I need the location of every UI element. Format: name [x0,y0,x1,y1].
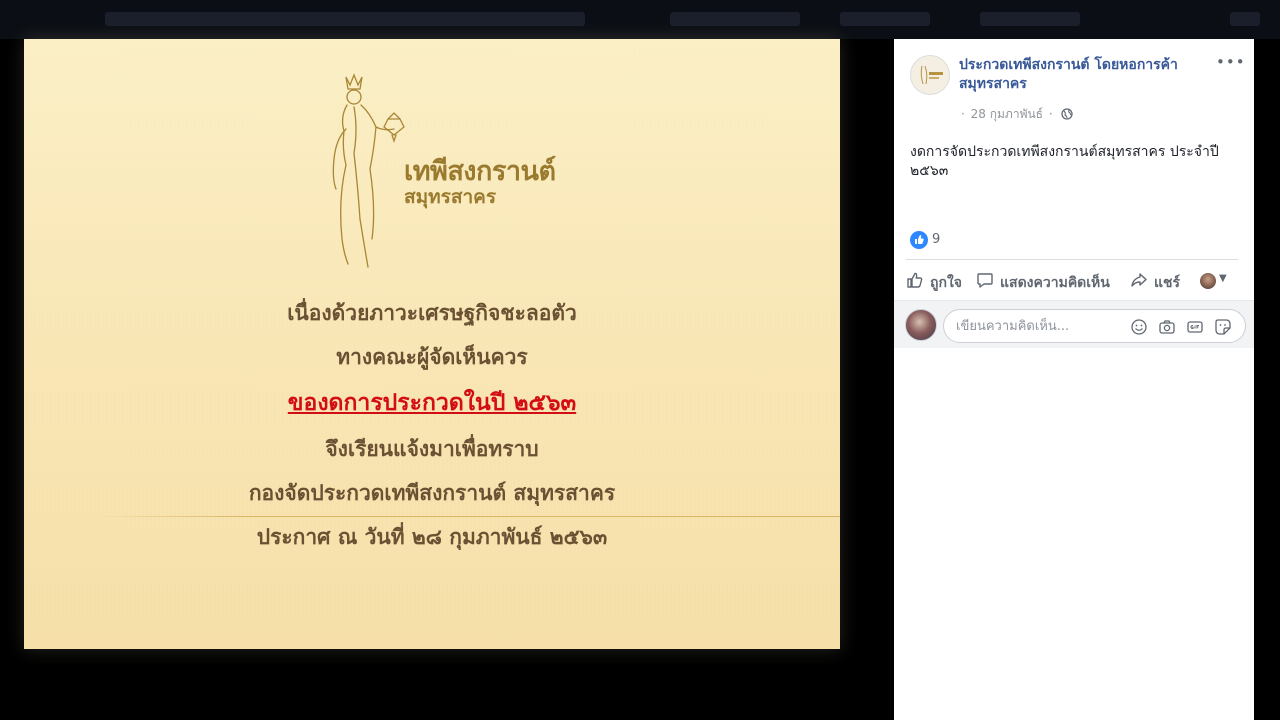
post-text: งดการจัดประกวดเทพีสงกรานต์สมุทรสาคร ประจ… [910,144,1219,179]
comment-button[interactable]: แสดงความคิดเห็น [976,269,1122,293]
sticker-icon[interactable] [1214,318,1232,336]
separator-dot: · [1048,107,1053,121]
like-label: ถูกใจ [930,275,962,291]
photo-viewer: เทพีสงกรานต์ สมุทรสาคร เนื่องด้วยภาวะเศร… [0,0,1280,720]
viewer-edge [1254,39,1280,720]
comment-composer [894,300,1254,348]
announcement-photo[interactable]: เทพีสงกรานต์ สมุทรสาคร เนื่องด้วยภาวะเศร… [24,39,840,649]
emoji-icon[interactable] [1130,318,1148,336]
gif-icon[interactable] [1186,318,1204,336]
logo-subtitle: สมุทรสาคร [404,186,497,208]
post-panel: ประกวดเทพีสงกรานต์ โดยหอการค้าสมุทรสาคร … [894,39,1254,720]
post-meta: · 28 กุมภาพันธ์ · [959,105,1073,124]
page-logo-icon [920,65,943,85]
share-label: แชร์ [1154,275,1181,291]
comment-label: แสดงความคิดเห็น [1000,275,1110,291]
separator-dot: · [961,107,965,121]
page-name-link[interactable]: ประกวดเทพีสงกรานต์ โดยหอการค้าสมุทรสาคร [959,56,1209,94]
like-button[interactable]: ถูกใจ [906,269,970,293]
announcement-line: เนื่องด้วยภาวะเศรษฐกิจชะลอตัว [287,300,577,325]
more-options-button[interactable]: ••• [1216,53,1245,71]
goddess-logo-figure [332,73,405,268]
comment-input[interactable] [956,317,1136,335]
page-avatar[interactable] [910,55,950,95]
share-button[interactable]: แชร์ [1130,269,1190,293]
announcement-line: กองจัดประกวดเทพีสงกรานต์ สมุทรสาคร [248,480,616,505]
announcement-line: จึงเรียนแจ้งมาเพื่อทราบ [325,436,539,461]
camera-icon[interactable] [1158,318,1176,336]
divider [94,516,840,517]
audience-selector[interactable]: ▼ [1200,271,1234,291]
comment-box[interactable] [943,309,1246,343]
avatar [1200,273,1216,289]
share-icon [1131,273,1147,287]
announcement-date: ประกาศ ณ วันที่ ๒๘ กุมภาพันธ์ ๒๕๖๓ [256,524,608,549]
dimmed-top-bar [0,0,1280,39]
like-icon [910,231,928,249]
avatar[interactable] [905,309,937,341]
announcement-highlight: ของดการประกวดในปี ๒๕๖๓ [287,389,577,416]
post-date[interactable]: 28 กุมภาพันธ์ [971,107,1043,121]
thumbs-up-icon [907,272,923,288]
comment-icon [977,273,993,288]
announcement-line: ทางคณะผู้จัดเห็นควร [336,344,528,369]
chevron-down-icon: ▼ [1219,273,1227,284]
globe-icon[interactable] [1060,108,1073,120]
like-count[interactable]: 9 [932,232,940,247]
divider [906,259,1238,260]
